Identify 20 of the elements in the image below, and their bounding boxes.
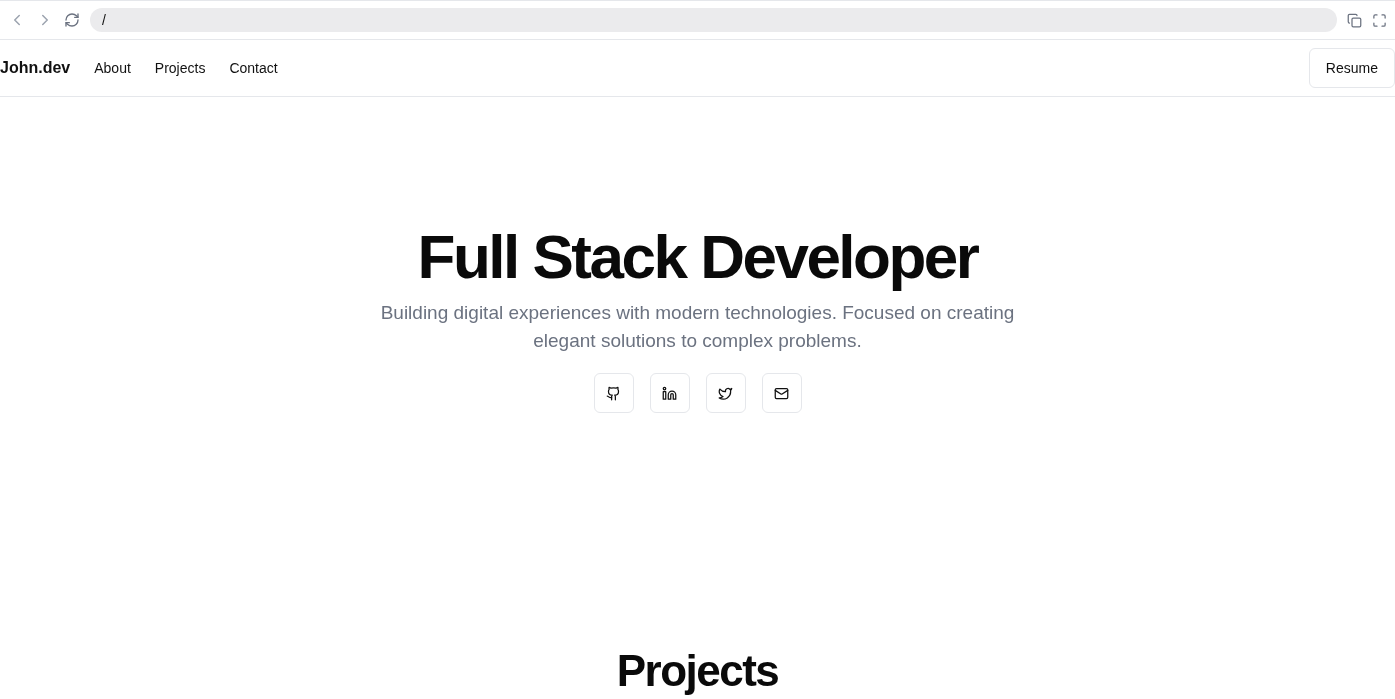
nav-link[interactable]: Projects — [154, 60, 206, 76]
twitter-button[interactable] — [705, 373, 746, 414]
hero-subtitle: Building digital experiences with modern technologies. Focused on creating elegant solutions to complex problems. — [379, 301, 1016, 354]
github-icon — [606, 385, 621, 401]
mail-button[interactable] — [761, 373, 802, 414]
hero-title: Full Stack Developer — [417, 223, 978, 292]
reload-icon[interactable] — [64, 12, 80, 28]
fullscreen-icon[interactable] — [1372, 12, 1387, 28]
section-heading: Projects — [615, 649, 780, 694]
linkedin-button[interactable] — [649, 373, 690, 414]
bird-icon — [718, 385, 733, 401]
copy-icon[interactable] — [1347, 12, 1362, 28]
address-bar[interactable]: / — [90, 8, 1337, 32]
site-logo[interactable]: John.dev — [0, 59, 71, 77]
mail-icon — [774, 385, 789, 401]
nav-link[interactable]: About — [94, 60, 131, 76]
nav-link[interactable]: Contact — [229, 60, 278, 76]
linkedin-icon — [662, 385, 677, 401]
github-button[interactable] — [593, 373, 634, 414]
resume-button[interactable]: Resume — [1308, 48, 1395, 88]
